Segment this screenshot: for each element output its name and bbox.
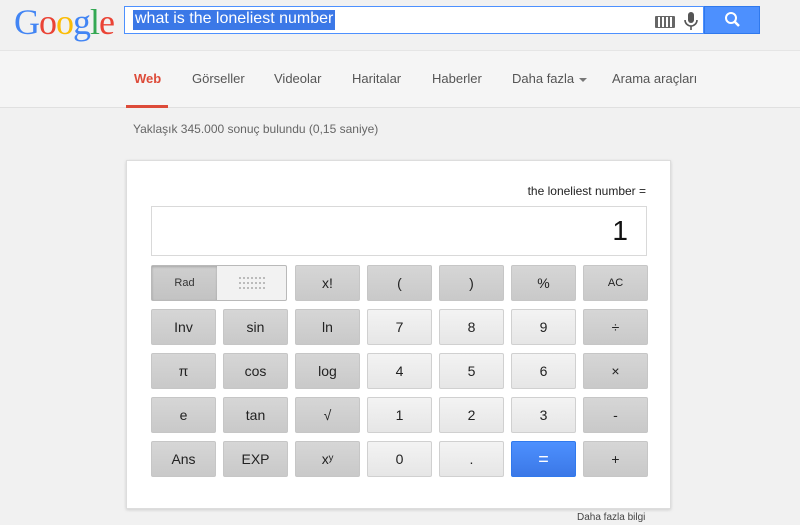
logo-letter: l <box>90 2 100 42</box>
deg-button[interactable] <box>218 266 286 300</box>
search-box: what is the loneliest number <box>124 6 704 34</box>
tab-maps[interactable]: Haritalar <box>352 71 401 86</box>
digit-1-button[interactable]: 1 <box>367 397 432 433</box>
factorial-button[interactable]: x! <box>295 265 360 301</box>
result-stats: Yaklaşık 345.000 sonuç bulundu (0,15 san… <box>133 122 379 136</box>
logo-letter: e <box>99 2 115 42</box>
digit-5-button[interactable]: 5 <box>439 353 504 389</box>
logo-letter: G <box>14 2 40 42</box>
search-icon <box>725 12 740 27</box>
tab-web[interactable]: Web <box>134 71 161 86</box>
active-tab-indicator <box>126 105 168 108</box>
calculator-display: 1 <box>151 206 647 256</box>
tan-button[interactable]: tan <box>223 397 288 433</box>
microphone-icon[interactable] <box>683 11 699 31</box>
digit-7-button[interactable]: 7 <box>367 309 432 345</box>
divide-button[interactable]: ÷ <box>583 309 648 345</box>
google-logo[interactable]: Google <box>14 2 115 42</box>
digit-2-button[interactable]: 2 <box>439 397 504 433</box>
tab-search-tools[interactable]: Arama araçları <box>612 71 697 86</box>
more-info-link[interactable]: Daha fazla bilgi <box>577 512 645 523</box>
tab-more[interactable]: Daha fazla <box>512 71 588 86</box>
tab-videos[interactable]: Videolar <box>274 71 321 86</box>
digit-3-button[interactable]: 3 <box>511 397 576 433</box>
right-paren-button[interactable]: ) <box>439 265 504 301</box>
e-button[interactable]: e <box>151 397 216 433</box>
cos-button[interactable]: cos <box>223 353 288 389</box>
log-button[interactable]: log <box>295 353 360 389</box>
plus-button[interactable]: + <box>583 441 648 477</box>
power-button[interactable]: xʸ <box>295 441 360 477</box>
rad-deg-toggle[interactable]: Rad <box>151 265 287 301</box>
chevron-down-icon <box>579 77 588 82</box>
inverse-button[interactable]: Inv <box>151 309 216 345</box>
digit-4-button[interactable]: 4 <box>367 353 432 389</box>
percent-button[interactable]: % <box>511 265 576 301</box>
clear-button[interactable]: AC <box>583 265 648 301</box>
rad-button[interactable]: Rad <box>152 266 217 300</box>
minus-button[interactable]: - <box>583 397 648 433</box>
calculator-result: 1 <box>612 215 628 246</box>
tab-images[interactable]: Görseller <box>192 71 245 86</box>
logo-letter: o <box>39 2 57 42</box>
pi-button[interactable]: π <box>151 353 216 389</box>
search-button[interactable] <box>704 6 760 34</box>
answer-button[interactable]: Ans <box>151 441 216 477</box>
tab-more-label: Daha fazla <box>512 71 575 86</box>
ln-button[interactable]: ln <box>295 309 360 345</box>
equals-button[interactable]: = <box>511 441 576 477</box>
digit-9-button[interactable]: 9 <box>511 309 576 345</box>
logo-letter: o <box>56 2 74 42</box>
search-tabs: Web Görseller Videolar Haritalar Haberle… <box>0 50 800 108</box>
digit-8-button[interactable]: 8 <box>439 309 504 345</box>
search-input[interactable]: what is the loneliest number <box>133 10 336 30</box>
dotted-grid-icon <box>239 277 265 289</box>
digit-6-button[interactable]: 6 <box>511 353 576 389</box>
exp-button[interactable]: EXP <box>223 441 288 477</box>
top-bar: Google what is the loneliest number <box>0 0 800 50</box>
multiply-button[interactable]: × <box>583 353 648 389</box>
digit-0-button[interactable]: 0 <box>367 441 432 477</box>
keyboard-icon[interactable] <box>655 16 675 28</box>
calculator: the loneliest number = 1 Rad x! ( ) % AC… <box>126 160 671 509</box>
left-paren-button[interactable]: ( <box>367 265 432 301</box>
sqrt-button[interactable]: √ <box>295 397 360 433</box>
sin-button[interactable]: sin <box>223 309 288 345</box>
calculator-expression: the loneliest number = <box>527 184 646 198</box>
decimal-button[interactable]: . <box>439 441 504 477</box>
tab-news[interactable]: Haberler <box>432 71 482 86</box>
logo-letter: g <box>73 2 91 42</box>
